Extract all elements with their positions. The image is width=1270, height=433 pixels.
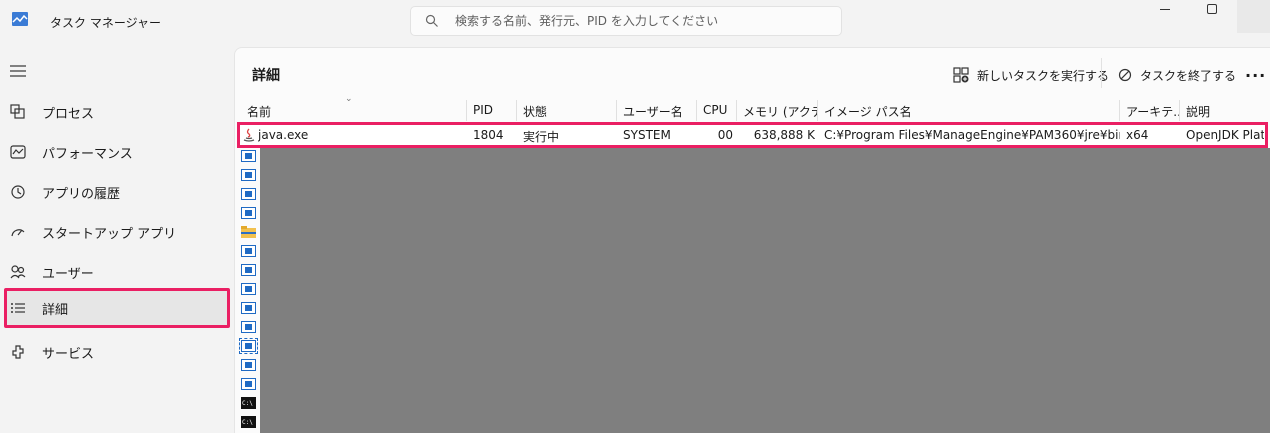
console-icon: C:\ <box>241 416 256 428</box>
end-task-icon <box>1118 68 1132 82</box>
close-button[interactable] <box>1237 0 1270 33</box>
column-header-name[interactable]: 名前 <box>241 100 467 121</box>
sidebar-item-performance[interactable]: パフォーマンス <box>4 132 230 172</box>
sidebar-item-label: パフォーマンス <box>42 147 133 162</box>
sidebar-item-processes[interactable]: プロセス <box>4 92 230 132</box>
java-icon <box>243 128 255 142</box>
search-input[interactable] <box>455 11 835 31</box>
table-header: ⌄ 名前 PID 状態 ユーザー名 CPU メモリ (アクテ... イメージ パ… <box>235 94 1270 121</box>
folder-icon <box>241 226 256 238</box>
sidebar-item-label: スタートアップ アプリ <box>42 227 177 242</box>
window-app-icon <box>241 302 256 314</box>
history-icon <box>11 185 25 199</box>
sidebar-item-label: アプリの履歴 <box>42 187 121 202</box>
cell-user: SYSTEM <box>623 128 671 142</box>
title-bar: タスク マネージャー <box>0 0 1270 46</box>
app-title: タスク マネージャー <box>50 16 161 30</box>
svg-text:C:\: C:\ <box>242 400 253 407</box>
search-box[interactable] <box>410 6 842 36</box>
cell-name: java.exe <box>258 128 309 142</box>
window-app-icon <box>241 283 256 295</box>
details-icon <box>11 303 25 313</box>
cell-pid: 1804 <box>473 128 504 142</box>
row-icon-column: C:\ C:\ <box>235 148 260 433</box>
sidebar-item-label: ユーザー <box>42 267 94 282</box>
cell-architecture: x64 <box>1126 128 1149 142</box>
details-table: ⌄ 名前 PID 状態 ユーザー名 CPU メモリ (アクテ... イメージ パ… <box>235 94 1270 433</box>
window-app-icon <box>241 321 256 333</box>
hamburger-menu-icon[interactable] <box>10 65 26 77</box>
window-app-icon <box>241 207 256 219</box>
window-app-icon <box>239 338 258 354</box>
sidebar: プロセス パフォーマンス アプリの履歴 スタートアップ アプリ ユーザー 詳細 … <box>0 50 234 433</box>
column-header-user[interactable]: ユーザー名 <box>617 100 697 121</box>
column-header-status[interactable]: 状態 <box>517 100 617 121</box>
main-content: 詳細 新しいタスクを実行する タスクを終了する ... ⌄ 名前 PID 状態 … <box>234 47 1270 433</box>
services-icon <box>12 345 24 359</box>
run-new-task-button[interactable]: 新しいタスクを実行する <box>953 64 1109 86</box>
cell-image-path: C:¥Program Files¥ManageEngine¥PAM360¥jre… <box>824 128 1120 142</box>
run-new-task-label: 新しいタスクを実行する <box>977 68 1110 83</box>
users-icon <box>10 265 26 279</box>
window-app-icon <box>241 245 256 257</box>
cell-cpu: 00 <box>717 128 733 142</box>
toolbar-divider <box>1101 58 1102 88</box>
sidebar-item-app-history[interactable]: アプリの履歴 <box>4 172 230 212</box>
table-row[interactable]: java.exe 1804 実行中 SYSTEM 00 638,888 K C:… <box>237 122 1268 148</box>
console-icon: C:\ <box>241 397 256 409</box>
cell-status: 実行中 <box>523 130 560 144</box>
startup-icon <box>11 229 25 237</box>
minimize-button[interactable] <box>1160 9 1170 10</box>
column-header-description[interactable]: 説明 <box>1180 100 1270 121</box>
page-title: 詳細 <box>252 68 280 84</box>
window-app-icon <box>241 150 256 162</box>
window-app-icon <box>241 264 256 276</box>
performance-icon <box>10 145 26 159</box>
end-task-button[interactable]: タスクを終了する <box>1118 64 1236 86</box>
window-app-icon <box>241 378 256 390</box>
sidebar-item-services[interactable]: サービス <box>4 332 230 372</box>
sidebar-item-label: 詳細 <box>42 303 69 318</box>
column-header-pid[interactable]: PID <box>467 100 517 121</box>
column-header-image-path[interactable]: イメージ パス名 <box>818 100 1120 121</box>
column-header-architecture[interactable]: アーキテ... <box>1120 100 1180 121</box>
sidebar-item-label: サービス <box>42 347 95 362</box>
dimmed-rows-overlay <box>260 148 1270 433</box>
sidebar-item-users[interactable]: ユーザー <box>4 252 230 292</box>
end-task-label: タスクを終了する <box>1140 68 1237 83</box>
column-header-memory[interactable]: メモリ (アクテ... <box>737 100 818 121</box>
sidebar-item-label: プロセス <box>42 107 95 122</box>
sidebar-item-details[interactable]: 詳細 <box>4 288 230 328</box>
cell-description: OpenJDK Platform <box>1186 128 1264 142</box>
maximize-button[interactable] <box>1207 4 1217 14</box>
column-header-cpu[interactable]: CPU <box>697 100 737 121</box>
more-options-button[interactable]: ... <box>1245 62 1266 81</box>
new-task-icon <box>953 67 969 83</box>
window-app-icon <box>241 188 256 200</box>
window-app-icon <box>241 359 256 371</box>
task-manager-icon <box>12 12 28 26</box>
search-icon <box>425 14 438 27</box>
sidebar-item-startup[interactable]: スタートアップ アプリ <box>4 212 230 252</box>
window-app-icon <box>241 169 256 181</box>
svg-text:C:\: C:\ <box>242 419 253 426</box>
processes-icon <box>10 104 25 119</box>
cell-memory: 638,888 K <box>753 128 815 142</box>
